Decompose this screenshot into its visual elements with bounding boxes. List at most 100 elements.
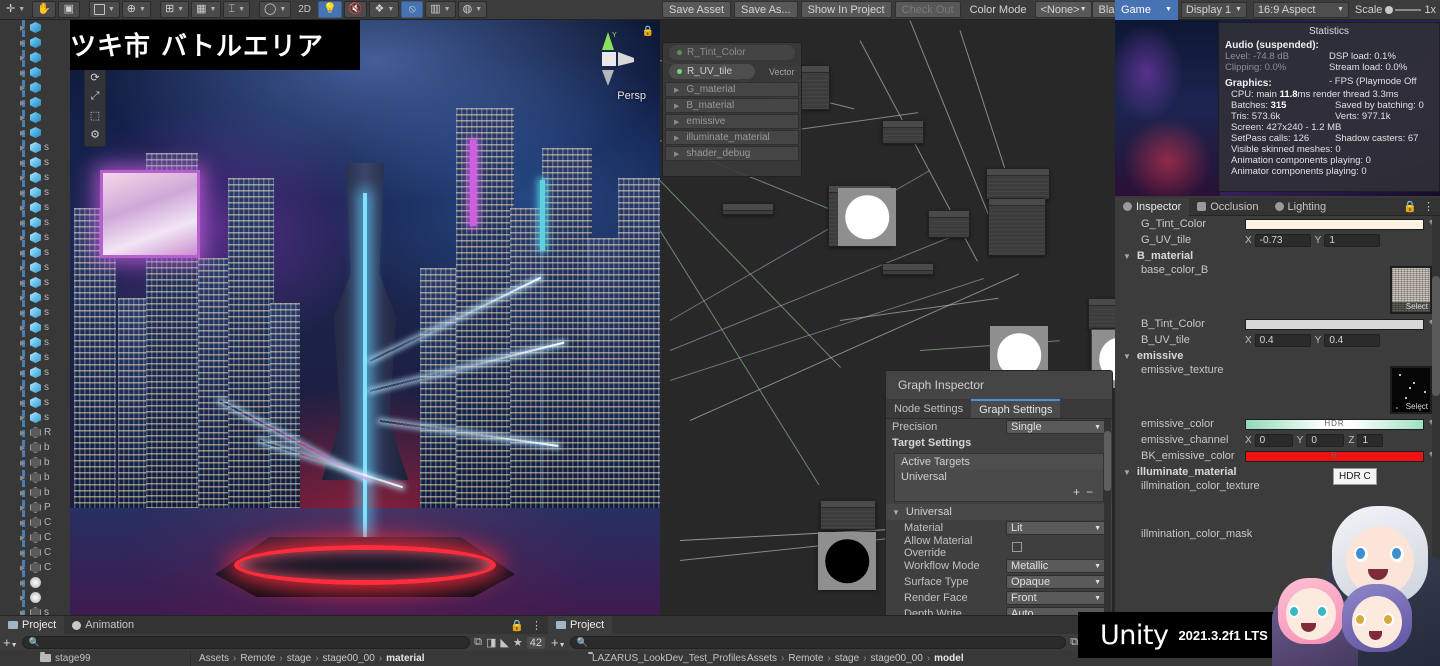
blackboard-category[interactable]: ▶ B_material — [665, 98, 799, 113]
hierarchy-item[interactable]: ▶ b — [0, 470, 70, 485]
scrollbar-thumb[interactable] — [1104, 431, 1111, 491]
hierarchy-item[interactable]: ▶ — [0, 50, 70, 65]
hierarchy-item[interactable]: ▶ s — [0, 140, 70, 155]
blackboard-category[interactable]: ▶ shader_debug — [665, 146, 799, 161]
search-input[interactable]: 🔍 — [21, 636, 471, 649]
b_tint_color-swatch[interactable] — [1245, 318, 1424, 330]
save-search-icon[interactable]: ⧉ — [1070, 636, 1078, 649]
hierarchy-item[interactable]: ▶ s — [0, 290, 70, 305]
hierarchy-item[interactable]: ▶ b — [0, 485, 70, 500]
shader-graph-node[interactable] — [928, 210, 970, 238]
chevron-right-icon[interactable]: ▶ — [20, 69, 25, 77]
hierarchy-item[interactable]: ▶ s — [0, 335, 70, 350]
project-left-tree[interactable]: stage99 ▶ sound — [0, 651, 190, 666]
chevron-right-icon[interactable]: ▶ — [674, 150, 679, 158]
chevron-right-icon[interactable]: ▶ — [20, 594, 25, 602]
chevron-right-icon[interactable]: ▶ — [20, 384, 25, 392]
chevron-right-icon[interactable]: ▶ — [20, 264, 25, 272]
scene-view[interactable]: アカツキ市 バトルエリア ⟳ ⤢ ⬚ ⚙ Y Persp 🔒 — [70, 20, 660, 615]
tree-item[interactable]: stage99 — [0, 651, 190, 665]
emissive_color-swatch[interactable]: HDR — [1245, 418, 1424, 430]
audio-toggle-button[interactable]: 🔇 — [343, 1, 368, 18]
shader-graph-node[interactable] — [988, 198, 1046, 256]
base_color_b-texture-field[interactable]: Select — [1390, 266, 1432, 314]
project-right-content[interactable]: Assets › Remote › stage › stage00_00 › model — [738, 651, 1108, 666]
chevron-right-icon[interactable]: ▶ — [20, 54, 25, 62]
chevron-down-icon[interactable]: ▼ — [1123, 252, 1131, 261]
shader-graph-node[interactable] — [986, 168, 1050, 200]
chevron-right-icon[interactable]: ▶ — [20, 309, 25, 317]
blackboard-property[interactable]: R_UV_tile — [669, 64, 755, 79]
allow-material-override-checkbox[interactable] — [1012, 542, 1023, 552]
fx-toggle-button[interactable]: ❖ ▼ — [369, 1, 400, 18]
tab-inspector[interactable]: Inspector — [1115, 198, 1190, 216]
hierarchy-item[interactable]: ▶ s — [0, 380, 70, 395]
hierarchy-item[interactable]: ▶ s — [0, 395, 70, 410]
blackboard-toggle-button[interactable]: Blackboard — [1091, 1, 1115, 18]
chevron-right-icon[interactable]: ▶ — [20, 339, 25, 347]
shader-graph-panel[interactable]: Save Asset Save As... Show In Project Ch… — [660, 0, 1115, 615]
hierarchy-item[interactable]: ▶ C — [0, 515, 70, 530]
hierarchy-item[interactable]: ▶ s — [0, 605, 70, 615]
inspector-foldout[interactable]: ▼ B_material — [1115, 248, 1440, 264]
chevron-right-icon[interactable]: ▶ — [20, 279, 25, 287]
chevron-right-icon[interactable]: ▶ — [20, 354, 25, 362]
chevron-right-icon[interactable]: ▶ — [20, 144, 25, 152]
tab-graph-settings[interactable]: Graph Settings — [971, 399, 1061, 418]
breadcrumb-item[interactable]: Assets — [747, 653, 777, 664]
chevron-right-icon[interactable]: ▶ — [20, 219, 25, 227]
hierarchy-item[interactable]: ▶ s — [0, 260, 70, 275]
chevron-right-icon[interactable]: ▶ — [20, 534, 25, 542]
scrollbar-thumb[interactable] — [1432, 276, 1440, 396]
chevron-right-icon[interactable]: ▶ — [20, 129, 25, 137]
tab-node-settings[interactable]: Node Settings — [886, 399, 971, 418]
chevron-right-icon[interactable]: ▶ — [20, 564, 25, 572]
shader-graph-node[interactable] — [722, 203, 774, 215]
packages-icon[interactable]: ◨ — [486, 636, 496, 649]
hierarchy-item[interactable]: ▶ s — [0, 185, 70, 200]
scale-slider[interactable] — [1385, 5, 1422, 14]
hierarchy-item[interactable]: ▶ — [0, 575, 70, 590]
favorite-star-icon[interactable]: ★ — [513, 636, 523, 649]
blackboard-category[interactable]: ▶ emissive — [665, 114, 799, 129]
chevron-right-icon[interactable]: ▶ — [20, 519, 25, 527]
blackboard-category[interactable]: ▶ G_material — [665, 82, 799, 97]
g_tint_color-swatch[interactable] — [1245, 218, 1424, 230]
display-dropdown[interactable]: Display 1 ▼ — [1180, 1, 1247, 18]
add-target-button[interactable]: + — [1073, 485, 1080, 499]
visibility-toggle-button[interactable]: ⦸ — [401, 1, 424, 18]
hierarchy-item[interactable]: ▶ s — [0, 275, 70, 290]
hierarchy-item[interactable]: ▶ s — [0, 155, 70, 170]
breadcrumb-item[interactable]: Remote — [788, 653, 823, 664]
chevron-right-icon[interactable]: ▶ — [20, 324, 25, 332]
tab-occlusion[interactable]: Occlusion — [1189, 198, 1266, 216]
shader-graph-node[interactable] — [820, 500, 876, 530]
lock-icon[interactable]: 🔒 — [510, 619, 524, 632]
hierarchy-item[interactable]: ▶ R — [0, 425, 70, 440]
chevron-right-icon[interactable]: ▶ — [20, 429, 25, 437]
blackboard-category[interactable]: ▶ illuminate_material — [665, 130, 799, 145]
orbit-tool-button[interactable]: ⟳ — [86, 68, 104, 86]
scene-lock-icon[interactable]: 🔒 — [642, 26, 654, 37]
surface-type-dropdown[interactable]: Opaque ▼ — [1006, 575, 1106, 589]
chevron-right-icon[interactable]: ▶ — [674, 118, 679, 126]
scene-view-tool-overlay[interactable]: ⟳ ⤢ ⬚ ⚙ — [84, 64, 106, 147]
project-panel-right[interactable]: Project +▼ 🔍 ⧉ ◨ ◣ LAZARUS_LookDev_Test_… — [548, 615, 1108, 666]
chevron-right-icon[interactable]: ▶ — [20, 549, 25, 557]
material-dropdown[interactable]: Lit ▼ — [1006, 521, 1106, 535]
move-tool-button[interactable]: ⤢ — [86, 87, 104, 105]
hand-tool-button[interactable]: ✋ — [32, 1, 56, 18]
save-asset-button[interactable]: Save Asset — [662, 1, 732, 18]
tab-animation[interactable]: Animation — [64, 616, 142, 634]
shader-graph-node[interactable] — [1088, 298, 1115, 330]
hierarchy-item[interactable]: ▶ P — [0, 500, 70, 515]
chevron-right-icon[interactable]: ▶ — [20, 579, 25, 587]
hierarchy-item[interactable]: ▶ s — [0, 410, 70, 425]
render-face-dropdown[interactable]: Front ▼ — [1006, 591, 1106, 605]
add-asset-button[interactable]: +▼ — [3, 635, 18, 650]
texture-select-label[interactable]: Select — [1392, 402, 1430, 412]
hierarchy-item[interactable]: ▶ — [0, 590, 70, 605]
remove-target-button[interactable]: − — [1086, 485, 1093, 499]
chevron-right-icon[interactable]: ▶ — [20, 204, 25, 212]
grid-visual-button[interactable]: ▦ ▼ — [191, 1, 222, 18]
